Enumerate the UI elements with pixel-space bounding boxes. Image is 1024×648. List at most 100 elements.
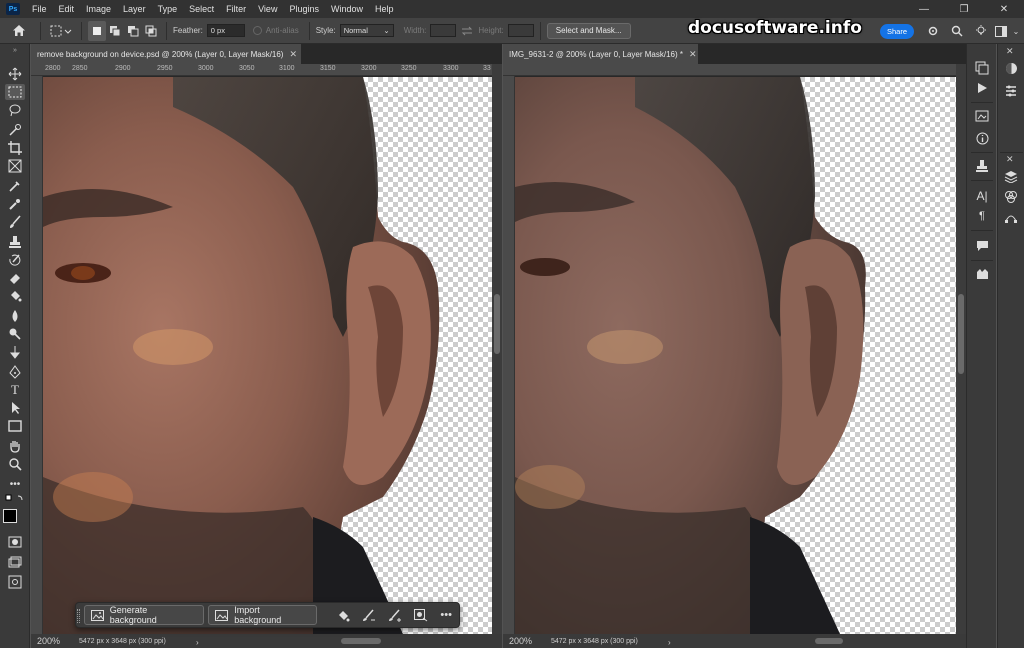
swap-icon[interactable] <box>456 21 478 41</box>
chevron-right-icon[interactable]: › <box>196 638 199 647</box>
collapse-arrows-icon[interactable]: » <box>5 46 25 54</box>
canvas-1[interactable] <box>43 77 492 634</box>
plugins-icon[interactable] <box>973 266 991 282</box>
close-window-button[interactable]: ✕ <box>984 0 1024 18</box>
spot-healing-brush-icon[interactable] <box>5 196 25 212</box>
quick-mask-icon[interactable] <box>5 534 25 550</box>
new-selection-icon[interactable] <box>88 20 106 41</box>
document-tab-2[interactable]: IMG_9631-2 @ 200% (Layer 0, Layer Mask/1… <box>503 44 698 64</box>
menu-filter[interactable]: Filter <box>220 0 252 18</box>
clone-source-icon[interactable] <box>973 158 991 174</box>
character-icon[interactable]: A| <box>973 188 991 204</box>
document-tab-1[interactable]: remove background on device.psd @ 200% (… <box>31 44 301 64</box>
marquee-preset-icon[interactable] <box>47 21 75 41</box>
eyedropper-tool-icon[interactable] <box>5 178 25 194</box>
crop-tool-icon[interactable] <box>5 140 25 156</box>
menu-layer[interactable]: Layer <box>117 0 152 18</box>
menu-type[interactable]: Type <box>152 0 184 18</box>
canvas-2[interactable] <box>515 77 956 634</box>
brush-subtract-icon[interactable] <box>357 605 383 625</box>
menu-select[interactable]: Select <box>183 0 220 18</box>
info-icon[interactable] <box>973 130 991 146</box>
brush-add-icon[interactable] <box>382 605 408 625</box>
blur-tool-icon[interactable] <box>5 308 25 324</box>
close-panel-icon[interactable]: ✕ <box>1006 46 1014 57</box>
settings-icon[interactable] <box>924 21 942 41</box>
color-icon[interactable] <box>1002 60 1020 76</box>
paint-bucket-tool-icon[interactable] <box>5 288 25 304</box>
rectangle-tool-icon[interactable] <box>5 418 25 434</box>
paint-bucket-icon[interactable] <box>331 605 357 625</box>
chevron-down-icon[interactable]: ⌄ <box>1010 21 1022 41</box>
feather-field[interactable]: 0 px <box>206 24 245 37</box>
subtract-selection-icon[interactable] <box>124 21 142 41</box>
more-tools-icon[interactable]: ••• <box>5 476 25 492</box>
horizontal-scrollbar-thumb[interactable] <box>815 638 843 644</box>
menu-file[interactable]: File <box>26 0 53 18</box>
document-info[interactable]: 5472 px x 3648 px (300 ppi) <box>79 638 166 645</box>
horizontal-scrollbar-thumb[interactable] <box>341 638 381 644</box>
history-icon[interactable] <box>973 60 991 76</box>
workspace-icon[interactable] <box>992 21 1010 41</box>
eraser-tool-icon[interactable] <box>5 270 25 286</box>
scrollbar-thumb[interactable] <box>494 294 500 354</box>
move-tool-icon[interactable] <box>5 66 25 82</box>
pen-tool-icon[interactable] <box>5 364 25 380</box>
share-button[interactable]: Share <box>880 24 914 39</box>
paths-icon[interactable] <box>1002 208 1020 224</box>
import-background-button[interactable]: Import background <box>208 605 318 625</box>
dodge-tool-icon[interactable] <box>5 326 25 342</box>
more-options-icon[interactable]: ••• <box>433 605 459 625</box>
brush-tool-icon[interactable] <box>5 214 25 230</box>
height-field[interactable] <box>507 24 534 37</box>
libraries-icon[interactable] <box>973 108 991 124</box>
object-selection-tool-icon[interactable] <box>5 122 25 138</box>
menu-help[interactable]: Help <box>369 0 400 18</box>
path-selection-tool-icon[interactable] <box>5 400 25 416</box>
search-icon[interactable] <box>948 21 966 41</box>
channels-icon[interactable] <box>1002 188 1020 204</box>
vertical-scrollbar[interactable] <box>956 64 966 634</box>
antialias-checkbox[interactable] <box>253 21 263 41</box>
home-icon[interactable] <box>4 21 34 41</box>
close-panel-icon[interactable]: ✕ <box>1006 154 1014 165</box>
comments-icon[interactable] <box>973 238 991 254</box>
vertical-scrollbar[interactable] <box>492 64 502 634</box>
frame-tool-icon[interactable] <box>5 158 25 174</box>
mask-options-icon[interactable] <box>408 605 434 625</box>
intersect-selection-icon[interactable] <box>142 21 160 41</box>
chevron-right-icon[interactable]: › <box>668 638 671 647</box>
default-colors-icon[interactable] <box>5 494 25 504</box>
screen-mode-icon[interactable] <box>5 554 25 570</box>
generate-background-button[interactable]: Generate background <box>84 605 205 625</box>
minimize-button[interactable]: — <box>904 0 944 18</box>
rectangular-marquee-tool-icon[interactable] <box>5 84 25 100</box>
zoom-level[interactable]: 200% <box>31 636 73 646</box>
width-field[interactable] <box>430 24 457 37</box>
zoom-tool-icon[interactable] <box>5 456 25 472</box>
menu-view[interactable]: View <box>252 0 283 18</box>
history-brush-icon[interactable] <box>5 252 25 268</box>
style-dropdown[interactable]: Normal ⌄ <box>339 24 394 37</box>
discover-bulb-icon[interactable] <box>972 21 990 41</box>
lasso-tool-icon[interactable] <box>5 102 25 118</box>
burn-tool-icon[interactable] <box>5 344 25 360</box>
add-selection-icon[interactable] <box>106 21 124 41</box>
scrollbar-thumb[interactable] <box>958 294 964 374</box>
menu-edit[interactable]: Edit <box>53 0 81 18</box>
zoom-level[interactable]: 200% <box>503 636 545 646</box>
document-info[interactable]: 5472 px x 3648 px (300 ppi) <box>551 638 638 645</box>
layers-icon[interactable] <box>1002 168 1020 184</box>
menu-image[interactable]: Image <box>80 0 117 18</box>
menu-plugins[interactable]: Plugins <box>283 0 325 18</box>
generative-fill-icon[interactable] <box>5 574 25 590</box>
type-tool-icon[interactable]: T <box>5 382 25 398</box>
foreground-color-swatch[interactable] <box>3 509 17 523</box>
hand-tool-icon[interactable] <box>5 438 25 454</box>
restore-button[interactable]: ❐ <box>944 0 984 18</box>
properties-icon[interactable] <box>1002 82 1020 98</box>
select-and-mask-button[interactable]: Select and Mask... <box>546 22 631 39</box>
close-tab-icon[interactable]: ✕ <box>289 49 297 60</box>
drag-handle-icon[interactable] <box>77 609 80 623</box>
actions-play-icon[interactable] <box>973 80 991 96</box>
